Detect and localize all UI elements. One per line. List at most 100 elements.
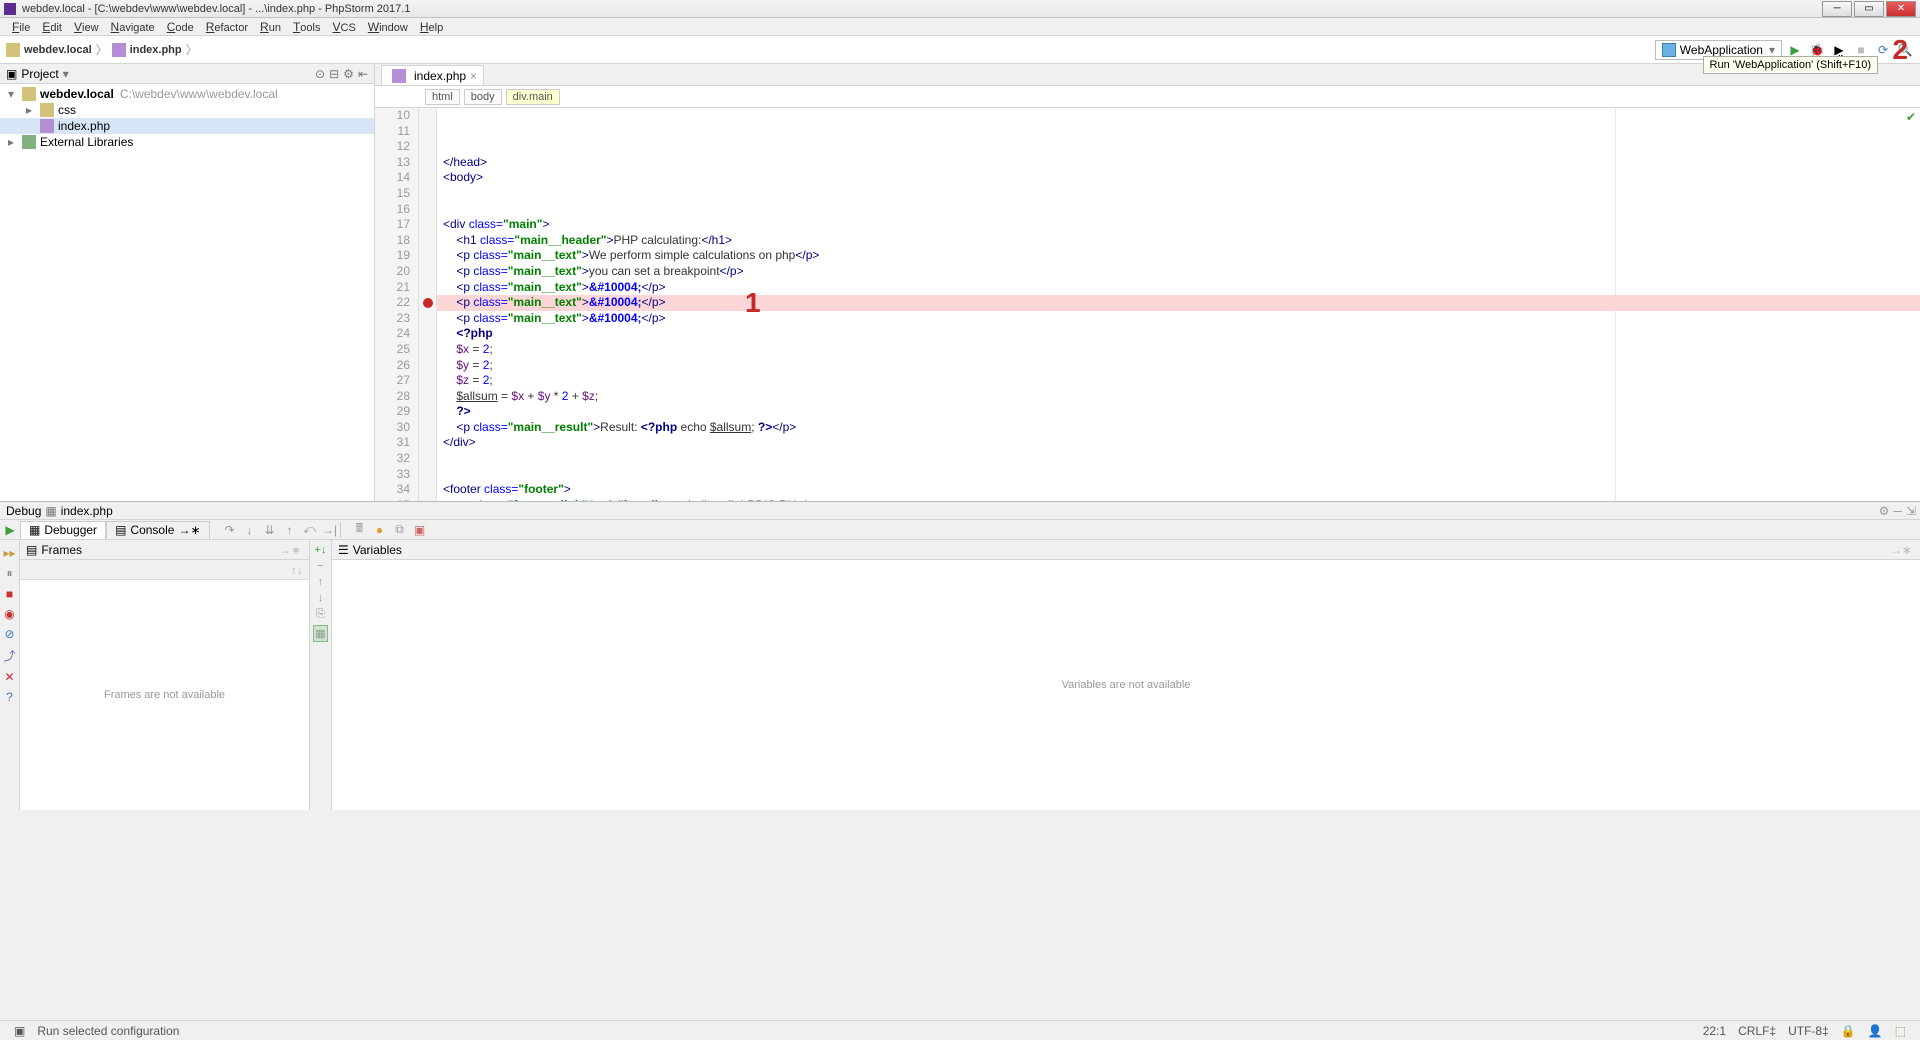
code-line[interactable]: <h1 class="main__header">PHP calculating…: [443, 233, 1920, 249]
mute-breakpoints-button[interactable]: ⊘: [4, 627, 14, 641]
code-line[interactable]: <a class="footer__link" href="http://www…: [443, 498, 1920, 501]
code-line[interactable]: [443, 186, 1920, 202]
step-over-button[interactable]: ↷: [220, 520, 240, 540]
code-line[interactable]: <p class="main__text">&#10004;</p>: [443, 295, 1920, 311]
menu-help[interactable]: Help: [414, 20, 449, 34]
code-line[interactable]: </head>: [443, 155, 1920, 171]
force-step-into-button[interactable]: ⇊: [260, 520, 280, 540]
code-line[interactable]: <div class="main">: [443, 217, 1920, 233]
inspection-ok-icon[interactable]: ✔: [1906, 110, 1916, 124]
editor-crumb[interactable]: body: [464, 89, 502, 105]
menu-refactor[interactable]: Refactor: [200, 20, 254, 34]
hide-icon[interactable]: ⇤: [358, 67, 368, 81]
resume-button[interactable]: ▸▸: [3, 546, 15, 560]
breadcrumb-project[interactable]: webdev.local: [24, 44, 92, 56]
status-git-icon[interactable]: ⬚: [1889, 1024, 1912, 1038]
code-lines[interactable]: </head><body> <div class="main"> <h1 clas…: [437, 108, 1920, 501]
editor-crumb[interactable]: html: [425, 89, 460, 105]
minimize-button[interactable]: ─: [1822, 1, 1852, 17]
code-line[interactable]: $x = 2;: [443, 342, 1920, 358]
line-gutter[interactable]: 1011121314151617181920212223242526272829…: [375, 108, 419, 501]
menu-vcs[interactable]: VCS: [326, 20, 361, 34]
code-line[interactable]: <footer class="footer">: [443, 482, 1920, 498]
code-line[interactable]: <?php: [443, 326, 1920, 342]
code-line[interactable]: <p class="main__text">&#10004;</p>: [443, 280, 1920, 296]
gear-icon[interactable]: ⚙: [343, 67, 354, 81]
tree-handle-icon[interactable]: ▸: [8, 135, 18, 149]
breakpoint-gutter[interactable]: [419, 108, 437, 501]
menu-file[interactable]: File: [6, 20, 36, 34]
status-encoding[interactable]: UTF-8‡: [1782, 1024, 1835, 1038]
code-line[interactable]: $y = 2;: [443, 358, 1920, 374]
collapse-icon[interactable]: ⊟: [329, 67, 339, 81]
code-line[interactable]: ?>: [443, 404, 1920, 420]
code-area[interactable]: 1011121314151617181920212223242526272829…: [375, 108, 1920, 501]
menu-tools[interactable]: Tools: [287, 20, 327, 34]
debug-title[interactable]: Debug: [6, 504, 41, 518]
down-button[interactable]: ↓: [318, 592, 324, 604]
status-caret-pos[interactable]: 22:1: [1697, 1024, 1732, 1038]
step-into-button[interactable]: ↓: [240, 520, 260, 540]
rerun-button[interactable]: ▶: [0, 520, 20, 540]
sort-button[interactable]: ●: [370, 520, 390, 540]
close-tab-icon[interactable]: ×: [470, 69, 477, 83]
project-panel-title[interactable]: Project: [21, 67, 58, 81]
maximize-button[interactable]: ▭: [1854, 1, 1884, 17]
add-watch-button[interactable]: +↓: [315, 544, 327, 556]
up-button[interactable]: ↑: [318, 576, 324, 588]
settings-button[interactable]: ⧉: [390, 520, 410, 540]
tree-css-folder[interactable]: ▸ css: [0, 102, 374, 118]
console-tab[interactable]: ▤ Console →∗: [106, 521, 209, 539]
tree-handle-icon[interactable]: ▾: [8, 87, 18, 101]
code-line[interactable]: $z = 2;: [443, 373, 1920, 389]
code-line[interactable]: <p class="main__text">We perform simple …: [443, 248, 1920, 264]
editor-crumb[interactable]: div.main: [506, 89, 560, 105]
status-line-ending[interactable]: CRLF‡: [1732, 1024, 1782, 1038]
copy-button[interactable]: ⎘: [316, 608, 325, 621]
menu-edit[interactable]: Edit: [36, 20, 68, 34]
drop-frame-button[interactable]: ⤺: [300, 520, 320, 540]
remove-watch-button[interactable]: −: [317, 560, 323, 572]
code-line[interactable]: <p class="main__text">you can set a brea…: [443, 264, 1920, 280]
help-button[interactable]: ?: [6, 690, 13, 704]
tree-handle-icon[interactable]: ▸: [26, 103, 36, 117]
debugger-tab[interactable]: ▦ Debugger: [20, 521, 106, 539]
show-watches-button[interactable]: ▦: [313, 625, 327, 642]
gear-icon[interactable]: ⚙: [1879, 504, 1890, 518]
breadcrumb-file[interactable]: index.php: [130, 44, 182, 56]
scroll-target-icon[interactable]: ⊙: [315, 67, 325, 81]
menu-view[interactable]: View: [68, 20, 105, 34]
close-button[interactable]: ✕: [1886, 1, 1916, 17]
code-line[interactable]: <p class="main__result">Result: <?php ec…: [443, 420, 1920, 436]
code-line[interactable]: [443, 202, 1920, 218]
menu-window[interactable]: Window: [362, 20, 414, 34]
tree-index-file[interactable]: index.php: [0, 118, 374, 134]
pin-icon[interactable]: →∗: [1888, 543, 1914, 557]
close-button[interactable]: ▣: [410, 520, 430, 540]
code-line[interactable]: [443, 451, 1920, 467]
run-to-cursor-button[interactable]: →|: [320, 520, 340, 540]
restore-layout-button[interactable]: ⤴: [3, 647, 15, 664]
menu-navigate[interactable]: Navigate: [105, 20, 161, 34]
step-out-button[interactable]: ↑: [280, 520, 300, 540]
editor-tab[interactable]: index.php ×: [381, 65, 484, 85]
stop-button[interactable]: ■: [6, 587, 13, 601]
close-button[interactable]: ✕: [4, 670, 14, 684]
code-line[interactable]: <p class="main__text">&#10004;</p>: [443, 311, 1920, 327]
code-line[interactable]: <body>: [443, 170, 1920, 186]
chevron-down-icon[interactable]: ▾: [63, 67, 69, 81]
menu-code[interactable]: Code: [161, 20, 200, 34]
status-lock-icon[interactable]: 🔒: [1835, 1024, 1862, 1038]
pin-icon[interactable]: →∗: [277, 543, 303, 557]
minimize-icon[interactable]: ─: [1893, 504, 1902, 518]
tree-external-libraries[interactable]: ▸ External Libraries: [0, 134, 374, 150]
status-config-icon[interactable]: ▣: [8, 1024, 31, 1038]
code-line[interactable]: $allsum = $x + $y * 2 + $z;: [443, 389, 1920, 405]
hide-icon[interactable]: ⇲: [1906, 504, 1916, 518]
code-line[interactable]: </div>: [443, 435, 1920, 451]
evaluate-button[interactable]: 🖩: [350, 520, 370, 540]
next-frame-icon[interactable]: ↓: [297, 563, 303, 577]
breakpoints-button[interactable]: ◉: [4, 607, 14, 621]
code-line[interactable]: [443, 467, 1920, 483]
tree-project-root[interactable]: ▾ webdev.local C:\webdev\www\webdev.loca…: [0, 86, 374, 102]
